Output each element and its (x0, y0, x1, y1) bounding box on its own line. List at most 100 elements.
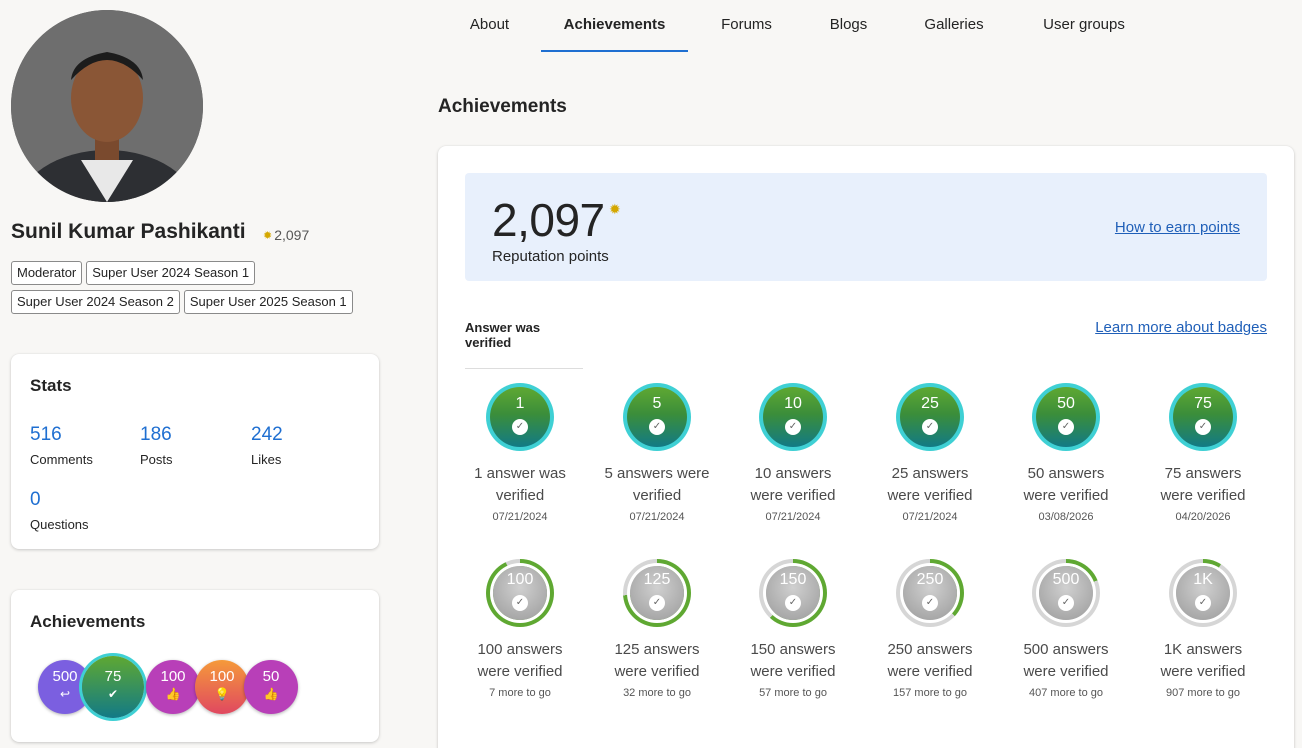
badge-title-line: were verified (1023, 663, 1109, 680)
tag-super-user-2024-s2[interactable]: Super User 2024 Season 2 (11, 290, 180, 314)
badge-title: 1 answer was verified (455, 463, 585, 507)
badge-title-line: were verified (1160, 663, 1246, 680)
badge-subtext: 07/21/2024 (492, 511, 548, 523)
badge-value: 1 (515, 395, 525, 412)
tab-achievements[interactable]: Achievements (541, 0, 688, 52)
badge-icon: 125 ✓ (623, 559, 691, 627)
badge-item[interactable]: 150 ✓ 150 answers were verified 57 more to g… (728, 559, 858, 699)
lightbulb-icon: 💡 (214, 687, 230, 701)
sidebar-badge[interactable]: 50 👍 (244, 660, 298, 714)
stats-card: Stats 516 Comments 186 Posts 242 Likes 0… (11, 354, 379, 549)
badge-subtext: 07/21/2024 (765, 511, 821, 523)
badge-title: 50 answers were verified (1001, 463, 1131, 507)
sidebar-badge-value: 500 (52, 668, 78, 685)
badge-subtext: 03/08/2026 (1038, 511, 1094, 523)
tag-super-user-2024-s1[interactable]: Super User 2024 Season 1 (86, 261, 256, 285)
tab-blogs[interactable]: Blogs (805, 0, 892, 52)
badge-title-line: 25 answers (891, 465, 969, 482)
badge-title-line: were verified (750, 663, 836, 680)
badge-title-line: 5 answers were (604, 465, 710, 482)
badge-value: 100 (506, 571, 534, 588)
badge-title-line: were verified (750, 487, 836, 504)
badge-title-line: verified (632, 487, 682, 504)
how-to-earn-points-link[interactable]: How to earn points (1115, 219, 1240, 236)
tab-forums[interactable]: Forums (688, 0, 805, 52)
tag-super-user-2025-s1[interactable]: Super User 2025 Season 1 (183, 290, 353, 314)
stat-value[interactable]: 516 (30, 424, 93, 446)
check-icon: ✓ (922, 595, 938, 611)
badge-icon: 250 ✓ (896, 559, 964, 627)
badge-icon: 5 ✓ (623, 383, 691, 451)
badge-item[interactable]: 125 ✓ 125 answers were verified 32 more to g… (592, 559, 722, 699)
badge-value: 500 (1052, 571, 1080, 588)
stat-likes[interactable]: 242 Likes (251, 424, 283, 467)
badge-item[interactable]: 1K ✓ 1K answers were verified 907 more to go (1138, 559, 1268, 699)
user-points: ✹ 2,097 (263, 227, 309, 243)
tag-moderator[interactable]: Moderator (11, 261, 83, 285)
badge-item[interactable]: 50 ✓ 50 answers were verified 03/08/2026 (1001, 383, 1131, 523)
badge-title-line: 150 answers (750, 641, 836, 658)
sidebar-badge[interactable]: 100 👍 (146, 660, 200, 714)
user-points-value: 2,097 (274, 227, 310, 243)
reputation-label: Reputation points (492, 248, 609, 265)
badge-icon: 50 ✓ (1032, 383, 1100, 451)
badge-icon: 25 ✓ (896, 383, 964, 451)
stat-value[interactable]: 242 (251, 424, 283, 446)
badge-title: 10 answers were verified (728, 463, 858, 507)
stat-comments[interactable]: 516 Comments (30, 424, 93, 467)
badge-title-line: were verified (477, 663, 563, 680)
stat-label: Comments (30, 452, 93, 467)
badge-item[interactable]: 100 ✓ 100 answers were verified 7 more to go (455, 559, 585, 699)
sidebar-badge[interactable]: 75 ✔ (82, 656, 144, 718)
badge-item[interactable]: 10 ✓ 10 answers were verified 07/21/2024 (728, 383, 858, 523)
badge-item[interactable]: 75 ✓ 75 answers were verified 04/20/2026 (1138, 383, 1268, 523)
badge-title-line: 100 answers (477, 641, 563, 658)
tab-about[interactable]: About (438, 0, 541, 52)
badge-item[interactable]: 5 ✓ 5 answers were verified 07/21/2024 (592, 383, 722, 523)
thumbs-up-icon: 👍 (165, 687, 181, 701)
badge-title-line: 75 answers (1164, 465, 1242, 482)
badge-value: 125 (643, 571, 671, 588)
badge-title: 250 answers were verified (865, 639, 995, 683)
stat-questions[interactable]: 0 Questions (30, 489, 89, 532)
stat-posts[interactable]: 186 Posts (140, 424, 173, 467)
stat-value[interactable]: 186 (140, 424, 173, 446)
user-name: Sunil Kumar Pashikanti (11, 220, 246, 243)
sidebar-badge-value: 75 (104, 668, 122, 685)
badge-icon: 1 ✓ (486, 383, 554, 451)
badge-subtext: 32 more to go (623, 687, 691, 699)
tab-user-groups[interactable]: User groups (1016, 0, 1152, 52)
badge-subtext: 407 more to go (1029, 687, 1103, 699)
stat-label: Posts (140, 452, 173, 467)
badge-subtext: 04/20/2026 (1175, 511, 1231, 523)
badge-title: 100 answers were verified (455, 639, 585, 683)
stat-value[interactable]: 0 (30, 489, 89, 511)
star-icon: ✹ (609, 201, 621, 217)
badge-value: 150 (779, 571, 807, 588)
badge-title-line: were verified (887, 487, 973, 504)
achievements-card: 2,097 ✹ Reputation points How to earn po… (438, 146, 1294, 748)
badge-title-line: were verified (614, 663, 700, 680)
sidebar-achievements-title: Achievements (30, 612, 146, 631)
sidebar-badge-value: 50 (262, 668, 280, 685)
badge-icon: 1K ✓ (1169, 559, 1237, 627)
subtab-answer-verified[interactable]: Answer was verified (465, 320, 583, 369)
badge-item[interactable]: 25 ✓ 25 answers were verified 07/21/2024 (865, 383, 995, 523)
badge-title: 75 answers were verified (1138, 463, 1268, 507)
badge-item[interactable]: 500 ✓ 500 answers were verified 407 more to … (1001, 559, 1131, 699)
badge-icon: 500 ✓ (1032, 559, 1100, 627)
sidebar-badge[interactable]: 100 💡 (195, 660, 249, 714)
badge-title: 5 answers were verified (592, 463, 722, 507)
tab-galleries[interactable]: Galleries (892, 0, 1016, 52)
stat-label: Questions (30, 517, 89, 532)
badge-value: 25 (921, 395, 939, 412)
sidebar-achievements-card: Achievements 500 ↩ 75 ✔ 100 👍 100 💡 50 👍 (11, 590, 379, 742)
sidebar-badge-value: 100 (209, 668, 235, 685)
badge-icon: 75 ✓ (1169, 383, 1237, 451)
badge-item[interactable]: 1 ✓ 1 answer was verified 07/21/2024 (455, 383, 585, 523)
reputation-value: 2,097 (492, 194, 605, 246)
learn-more-badges-link[interactable]: Learn more about badges (1095, 319, 1267, 336)
badge-title-line: were verified (1023, 487, 1109, 504)
badge-title: 25 answers were verified (865, 463, 995, 507)
badge-item[interactable]: 250 ✓ 250 answers were verified 157 more to … (865, 559, 995, 699)
